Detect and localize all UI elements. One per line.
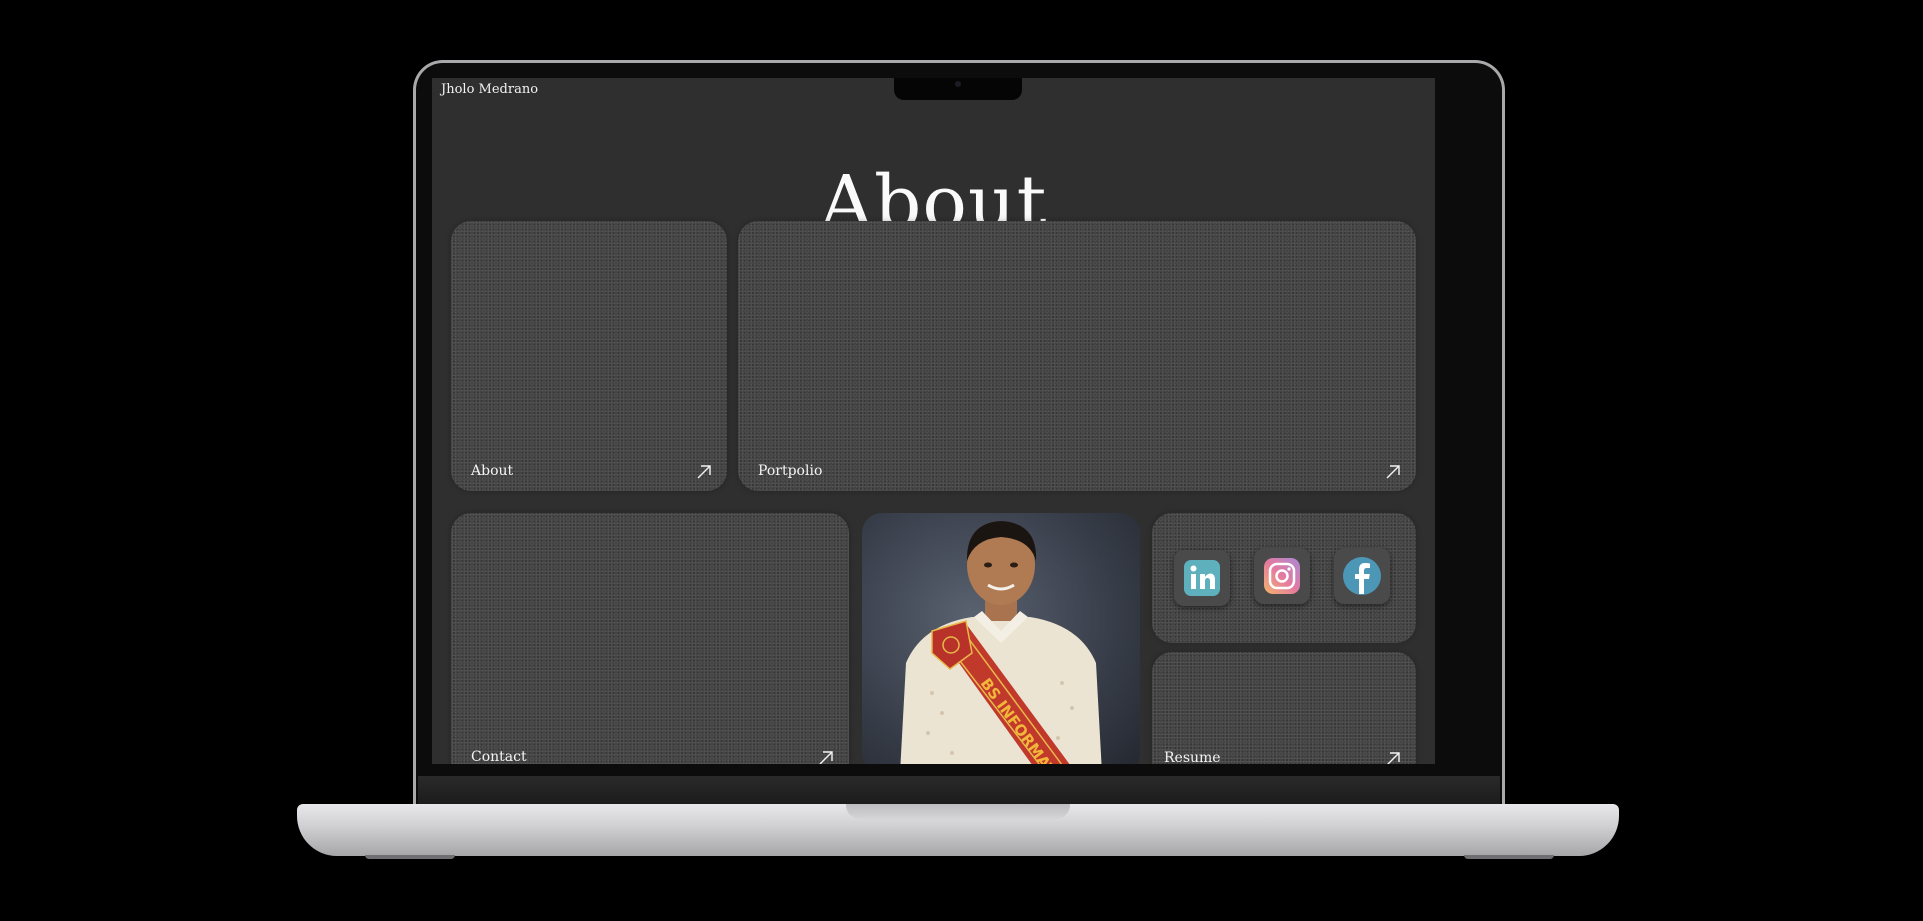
about-card[interactable]: About [451, 221, 727, 491]
facebook-button[interactable] [1334, 548, 1390, 604]
laptop-foot-left [365, 855, 455, 859]
facebook-icon [1343, 557, 1381, 595]
linkedin-icon [1184, 560, 1220, 596]
portfolio-card-label: Portpolio [758, 463, 823, 479]
linkedin-button[interactable] [1174, 550, 1230, 606]
arrow-up-right-icon [1386, 465, 1400, 479]
graduate-portrait: BS INFORMATION [900, 521, 1102, 764]
arrow-up-right-icon [1387, 752, 1400, 764]
camera-icon [955, 81, 961, 87]
contact-card-label: Contact [471, 749, 527, 764]
about-card-label: About [471, 463, 514, 479]
contact-card[interactable]: Contact [451, 513, 849, 764]
arrow-up-right-icon [697, 465, 711, 479]
site-name[interactable]: Jholo Medrano [441, 82, 538, 97]
resume-card-label: Resume [1164, 750, 1221, 764]
social-links-card [1152, 513, 1416, 643]
portfolio-card[interactable]: Portpolio [738, 221, 1416, 491]
instagram-icon [1264, 558, 1300, 594]
screen: Jholo Medrano About About Portpolio Cont… [432, 78, 1435, 764]
laptop-base-notch [846, 804, 1070, 819]
resume-card[interactable]: Resume [1152, 652, 1416, 764]
laptop-foot-right [1464, 855, 1554, 859]
arrow-up-right-icon [819, 751, 833, 764]
instagram-button[interactable] [1254, 548, 1310, 604]
profile-photo: BS INFORMATION [862, 513, 1140, 764]
laptop-chin [418, 776, 1500, 804]
